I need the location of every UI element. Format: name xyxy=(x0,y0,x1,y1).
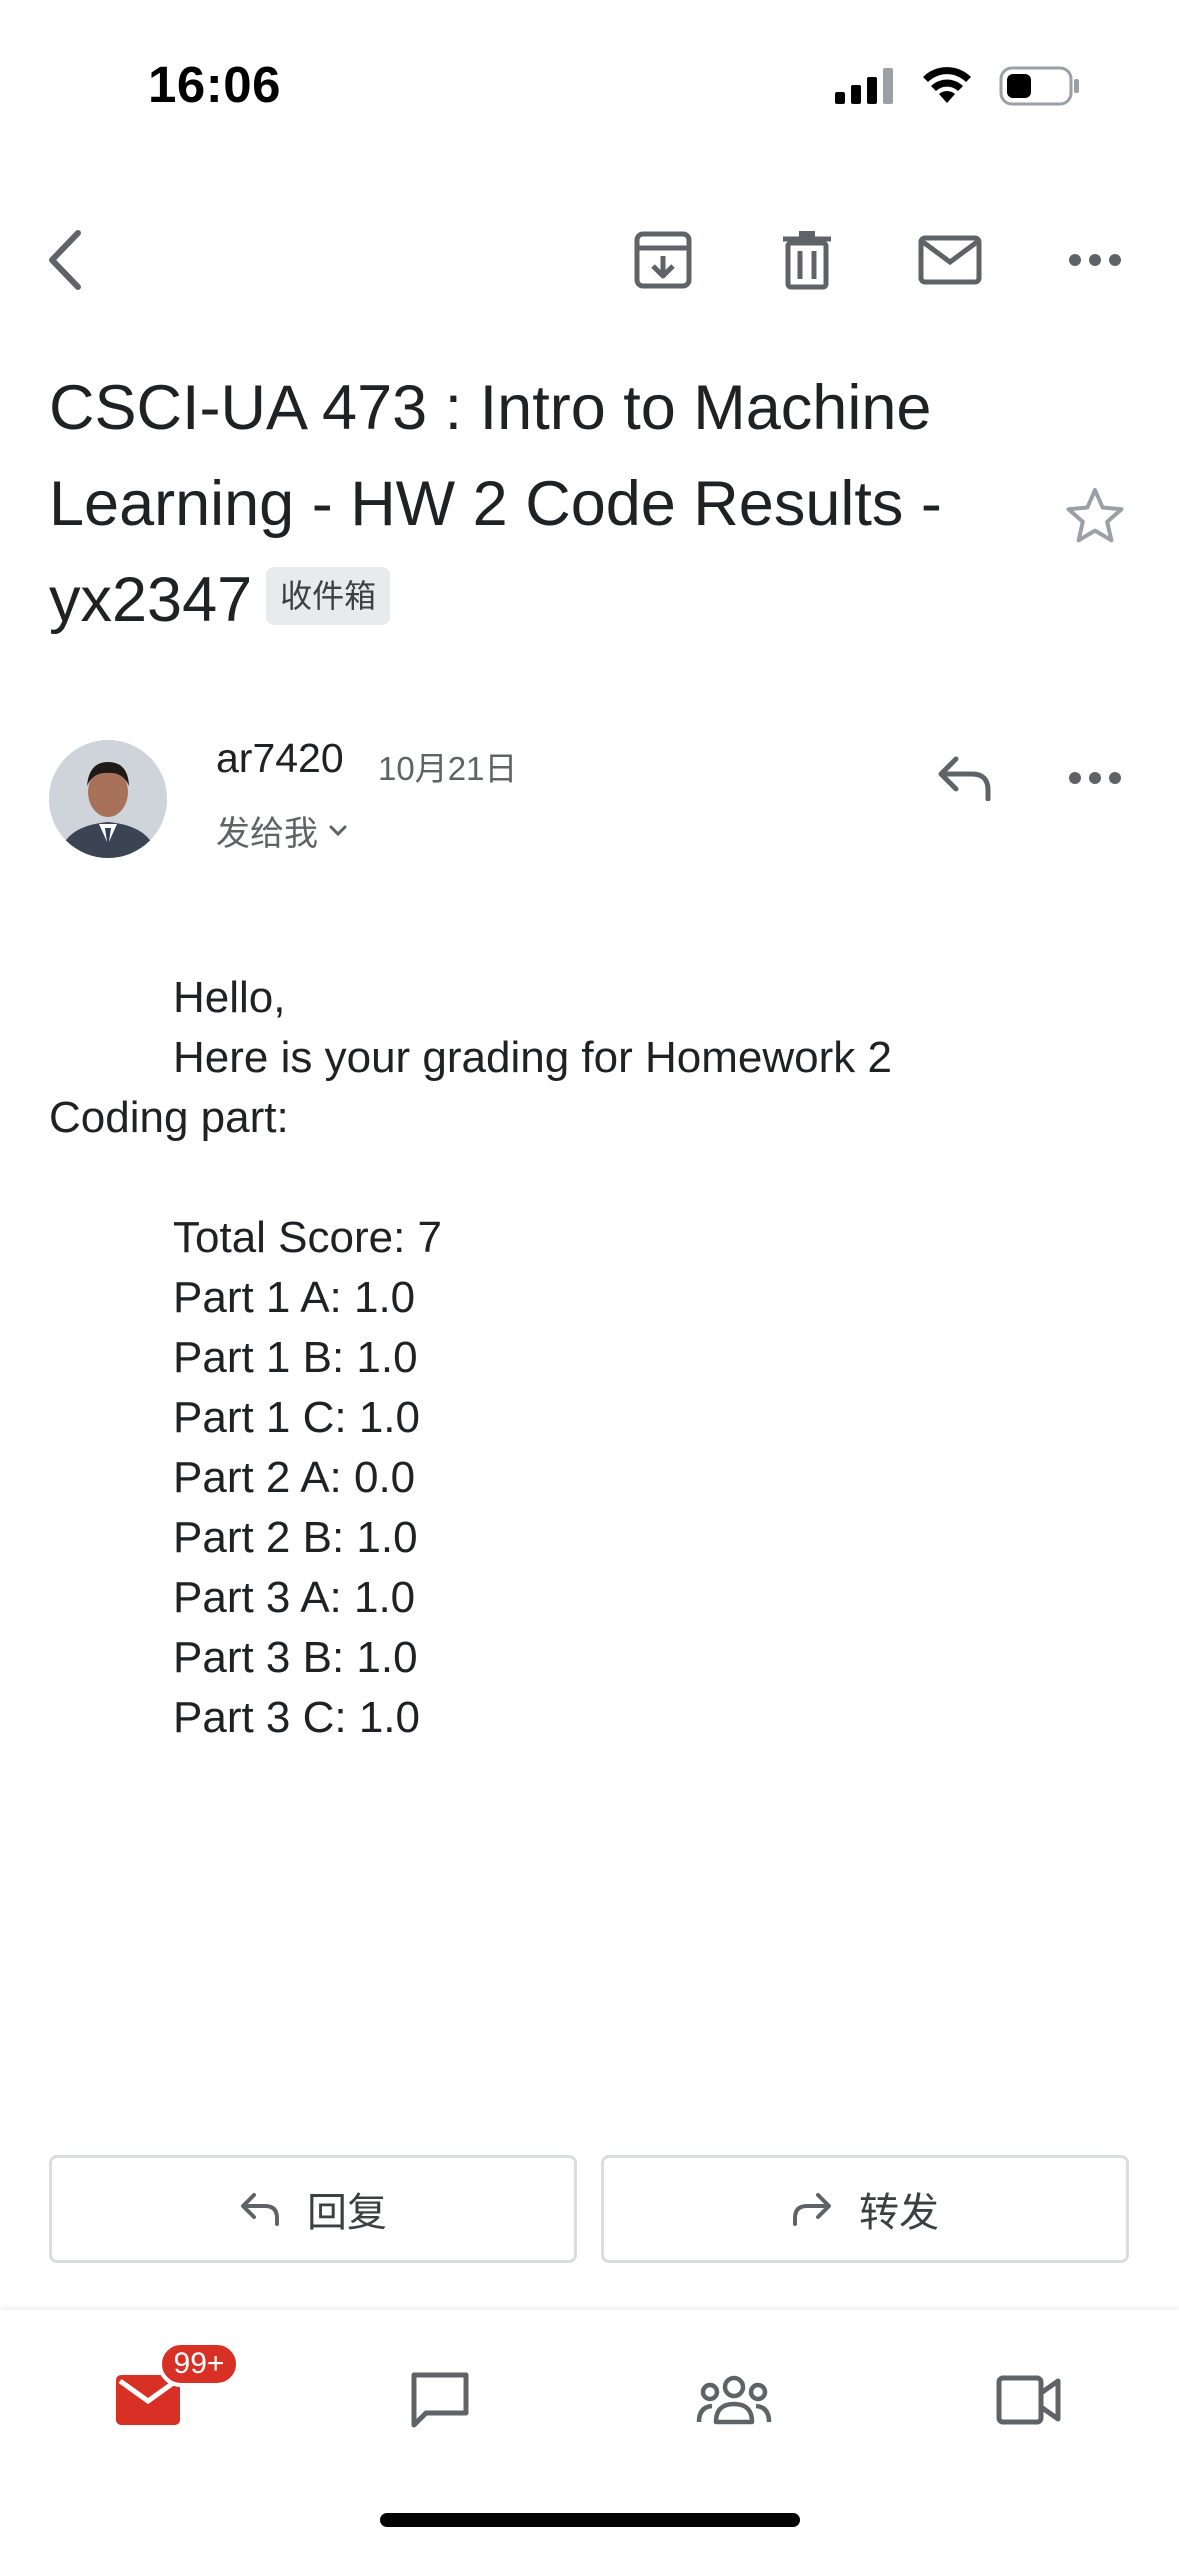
nav-chat[interactable] xyxy=(380,2350,500,2450)
sender-avatar[interactable] xyxy=(49,740,167,858)
part-score: Part 2 B: 1.0 xyxy=(173,1513,418,1562)
part-score: Part 1 C: 1.0 xyxy=(173,1393,421,1442)
part-score: Part 3 C: 1.0 xyxy=(173,1693,421,1742)
reply-label: 回复 xyxy=(307,2191,387,2235)
inbox-label-badge[interactable]: 收件箱 xyxy=(266,567,391,626)
chevron-down-icon xyxy=(329,825,347,836)
archive-icon xyxy=(634,231,692,289)
part-score: Part 1 A: 1.0 xyxy=(173,1273,416,1322)
intro-line: Coding part: xyxy=(49,1093,289,1142)
battery-icon xyxy=(999,66,1079,106)
people-group-icon xyxy=(696,2375,772,2425)
star-icon xyxy=(1066,488,1124,543)
recipient-label: 发给我 xyxy=(216,815,318,853)
status-bar: 16:06 xyxy=(0,0,1179,150)
recipient-toggle[interactable]: 发给我 xyxy=(216,806,348,855)
mail-icon xyxy=(918,235,982,285)
home-indicator[interactable] xyxy=(380,2513,800,2527)
total-score: Total Score: 7 xyxy=(173,1213,443,1262)
reply-icon xyxy=(241,2193,279,2226)
intro-line: Here is your grading for Homework 2 xyxy=(173,1033,892,1082)
sender-name[interactable]: ar7420 xyxy=(216,735,344,782)
status-time: 16:06 xyxy=(148,56,281,113)
sent-date: 10月21日 xyxy=(378,750,518,787)
chevron-left-icon xyxy=(49,230,81,290)
email-subject: CSCI-UA 473 : Intro to Machine Learning … xyxy=(49,360,1009,648)
nav-spaces[interactable] xyxy=(674,2350,794,2450)
part-score: Part 3 B: 1.0 xyxy=(173,1633,418,1682)
nav-meet[interactable] xyxy=(969,2350,1089,2450)
forward-action-button[interactable]: 转发 xyxy=(601,2155,1129,2263)
star-button[interactable] xyxy=(1050,470,1140,560)
greeting: Hello, xyxy=(173,973,286,1022)
video-camera-icon xyxy=(996,2375,1061,2425)
archive-button[interactable] xyxy=(613,210,713,310)
reply-icon xyxy=(938,756,991,801)
cellular-signal-icon xyxy=(835,68,893,104)
forward-icon xyxy=(793,2193,831,2226)
reply-action-button[interactable]: 回复 xyxy=(49,2155,577,2263)
email-detail-screen: 16:06 CSCI-UA 473: Intro to Machine Lea… xyxy=(0,0,1179,2556)
wifi-icon xyxy=(923,67,971,103)
chat-icon xyxy=(411,2372,469,2428)
more-horizontal-icon xyxy=(1069,772,1121,784)
back-button[interactable] xyxy=(15,210,115,310)
more-horizontal-icon xyxy=(1069,254,1121,266)
status-icons xyxy=(835,64,1081,108)
mark-unread-button[interactable] xyxy=(900,210,1000,310)
trash-icon xyxy=(783,231,831,290)
delete-button[interactable] xyxy=(757,210,857,310)
email-toolbar xyxy=(0,210,1179,310)
mail-unread-badge: 99+ xyxy=(158,2341,240,2387)
avatar-portrait xyxy=(49,740,167,858)
part-score: Part 1 B: 1.0 xyxy=(173,1333,418,1382)
part-score: Part 3 A: 1.0 xyxy=(173,1573,416,1622)
message-more-button[interactable] xyxy=(1045,728,1145,828)
more-options-button[interactable] xyxy=(1045,210,1145,310)
part-score: Part 2 A: 0.0 xyxy=(173,1453,416,1502)
email-body: Hello, Here is your grading for Homework… xyxy=(49,968,1129,1748)
reply-button[interactable] xyxy=(915,728,1015,828)
subject-text: CSCI-UA 473 : Intro to Machine Learning … xyxy=(49,373,942,635)
forward-label: 转发 xyxy=(859,2191,939,2235)
